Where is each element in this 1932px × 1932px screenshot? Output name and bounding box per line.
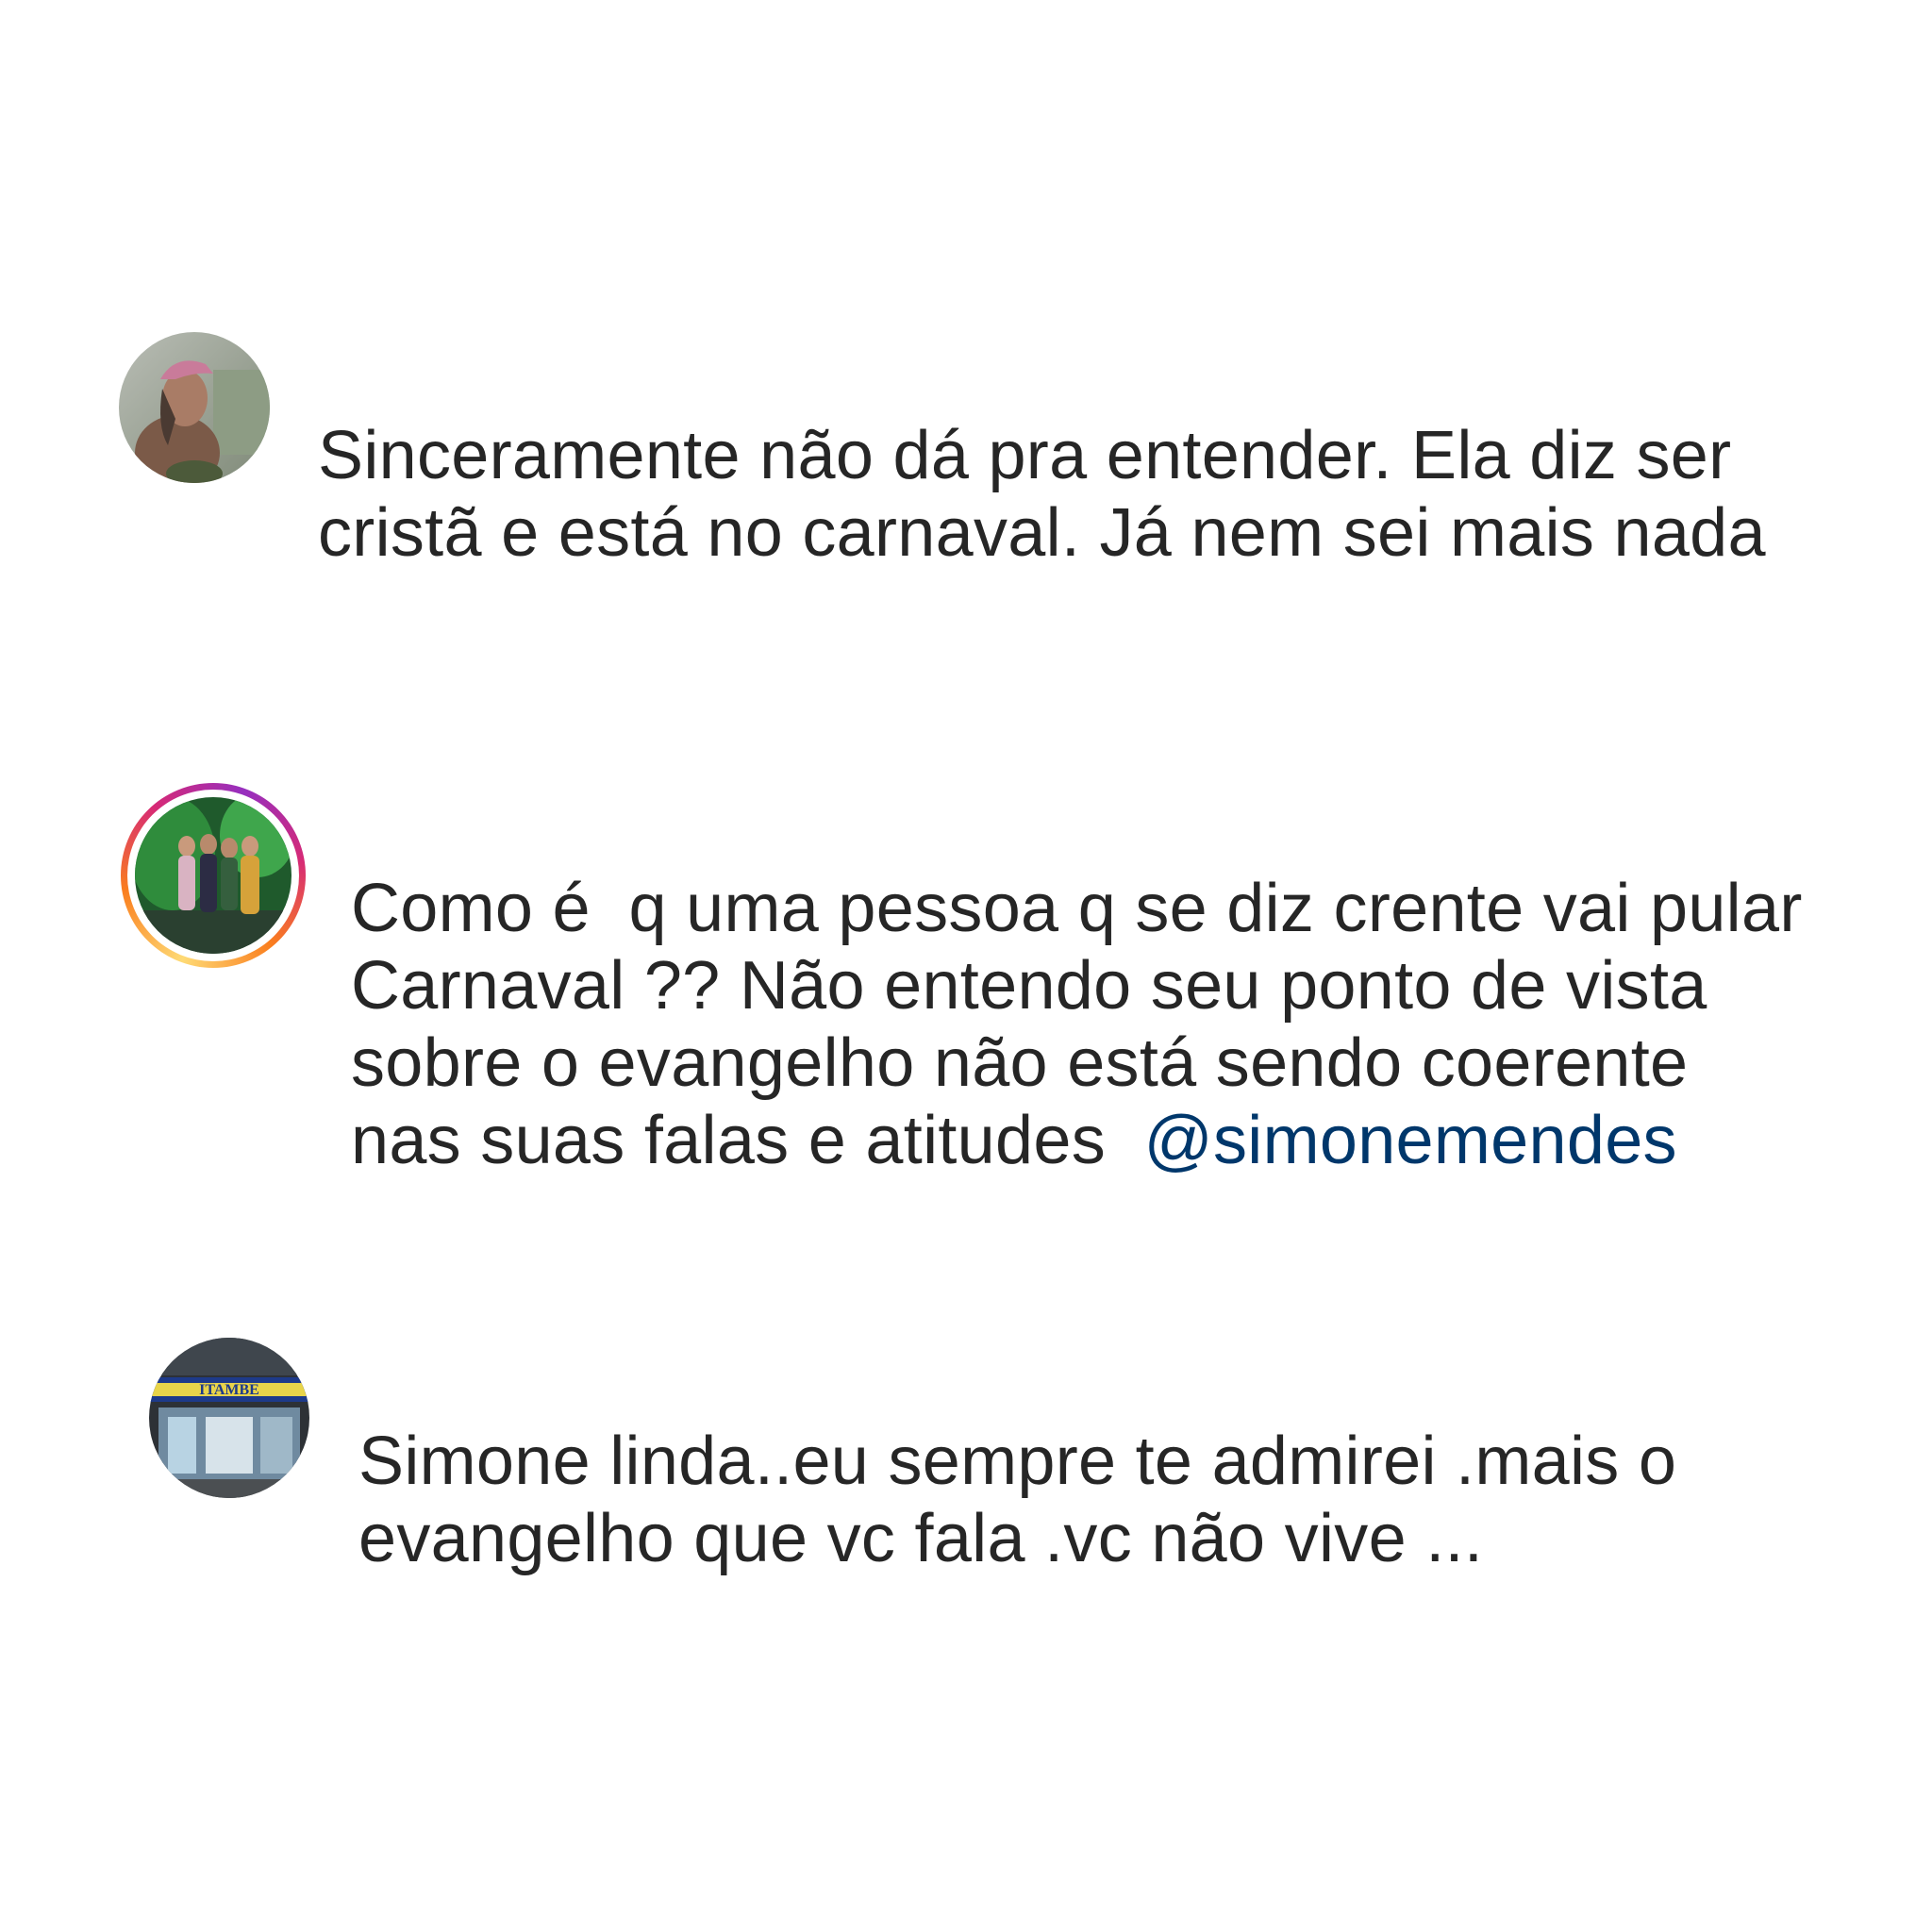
profile-photo-group-icon [135, 797, 291, 954]
profile-photo-storefront-icon: ITAMBE [149, 1338, 309, 1498]
comment-line: Sinceramente não dá pra entender. Ela di… [318, 418, 1732, 493]
comment-line: evangelho que vc fala .vc não vive ... [358, 1501, 1484, 1576]
mention-link[interactable]: @simonemendes [1144, 1103, 1677, 1178]
profile-avatar-icon[interactable] [135, 797, 291, 954]
comment-line: Simone linda..eu sempre te admirei .mais… [358, 1424, 1677, 1499]
comment-text: Como é q uma pessoa q se diz crente vai … [351, 870, 1803, 1179]
profile-photo-woman-icon [119, 332, 270, 483]
comment-line: Carnaval ?? Não entendo seu ponto de vis… [351, 948, 1707, 1024]
profile-avatar-icon[interactable] [119, 332, 270, 483]
store-sign-text: ITAMBE [199, 1382, 259, 1398]
comment-text: Sinceramente não dá pra entender. Ela di… [318, 417, 1766, 572]
comment-line: nas suas falas e atitudes [351, 1103, 1144, 1178]
comment-text: Simone linda..eu sempre te admirei .mais… [358, 1423, 1676, 1577]
profile-avatar-icon[interactable]: ITAMBE [149, 1338, 309, 1498]
comment-line: sobre o evangelho não está sendo coerent… [351, 1025, 1689, 1101]
comment-line: cristã e está no carnaval. Já nem sei ma… [318, 495, 1766, 571]
comment-line: Como é q uma pessoa q se diz crente vai … [351, 871, 1803, 946]
